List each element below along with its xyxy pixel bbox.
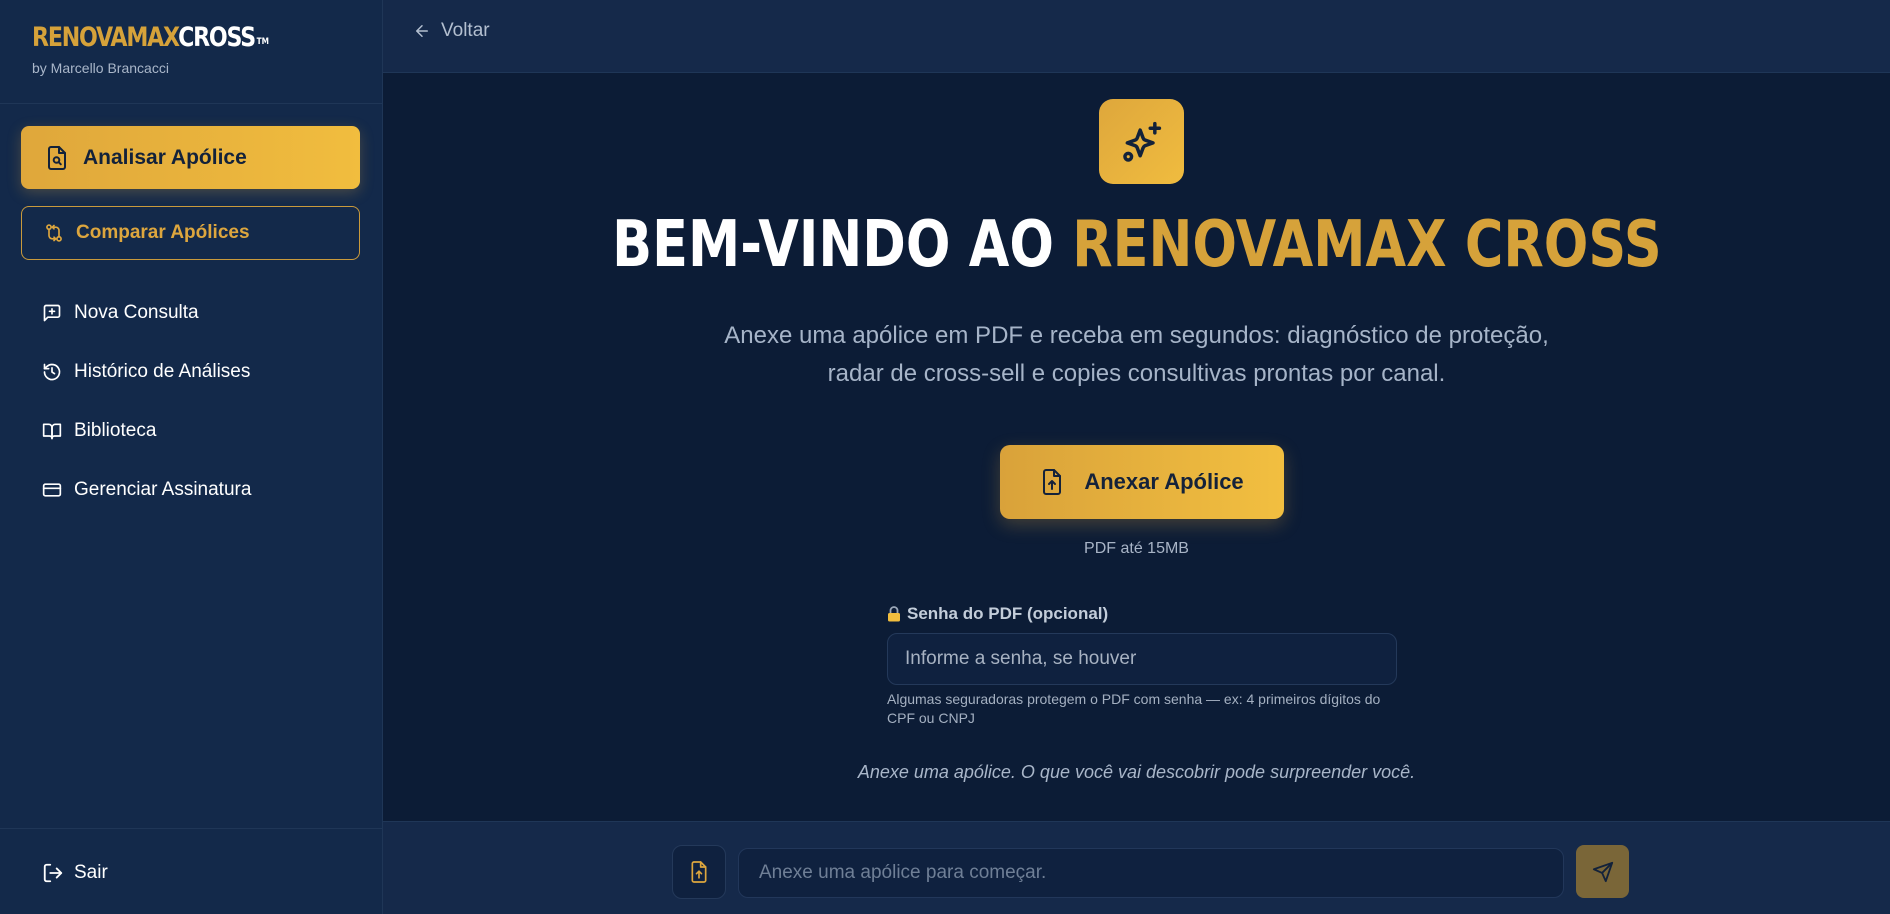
nav-comparar-apolices-label: Comparar Apólices xyxy=(76,222,250,243)
welcome-title-gold: RENOVAMAX CROSS xyxy=(1071,208,1662,282)
nav-item-label: Gerenciar Assinatura xyxy=(74,478,252,500)
composer-send-button[interactable] xyxy=(1576,845,1629,898)
logout-label: Sair xyxy=(74,862,108,883)
topbar: Voltar xyxy=(383,0,1890,73)
sparkles-badge xyxy=(1099,99,1184,184)
nav-item-nova-consulta[interactable]: Nova Consulta xyxy=(42,283,251,342)
welcome-description: Anexe uma apólice em PDF e receba em seg… xyxy=(383,317,1890,393)
nav-list: Nova Consulta Histórico de Análises Bibl… xyxy=(42,283,251,519)
nav-analisar-apolice-label: Analisar Apólice xyxy=(83,145,247,169)
brand-logo-part1: RENOVAMAX xyxy=(32,22,179,53)
pdf-password-input[interactable] xyxy=(887,633,1397,685)
brand-subtitle: by Marcello Brancacci xyxy=(32,60,169,76)
message-plus-icon xyxy=(42,303,64,323)
arrow-left-icon xyxy=(413,22,431,40)
nav-analisar-apolice-button[interactable]: Analisar Apólice xyxy=(21,126,360,189)
document-search-icon xyxy=(45,145,69,171)
file-size-hint: PDF até 15MB xyxy=(1084,540,1189,557)
sidebar: RENOVAMAXCROSS TM by Marcello Brancacci A… xyxy=(0,0,383,914)
logout-button[interactable]: Sair xyxy=(42,862,108,884)
nav-item-historico[interactable]: Histórico de Análises xyxy=(42,342,251,401)
attach-policy-button[interactable]: Anexar Apólice xyxy=(1000,445,1284,519)
main-content: BEM-VINDO AO RENOVAMAX CROSS Anexe uma a… xyxy=(383,73,1890,821)
nav-item-label: Biblioteca xyxy=(74,419,157,441)
nav-item-gerenciar-assinatura[interactable]: Gerenciar Assinatura xyxy=(42,460,251,519)
welcome-title-white: BEM-VINDO AO xyxy=(611,208,1072,282)
sidebar-bottom-divider xyxy=(0,828,382,829)
compare-arrows-icon xyxy=(44,223,64,243)
sidebar-divider xyxy=(0,103,382,104)
pdf-password-label-text: Senha do PDF (opcional) xyxy=(907,604,1109,623)
brand-logo[interactable]: RENOVAMAXCROSS TM xyxy=(32,22,269,54)
send-icon xyxy=(1592,861,1613,882)
composer-attach-button[interactable] xyxy=(672,845,726,899)
nav-comparar-apolices-button[interactable]: Comparar Apólices xyxy=(21,206,360,260)
lock-icon xyxy=(887,606,901,622)
book-open-icon xyxy=(42,421,64,441)
nav-item-label: Histórico de Análises xyxy=(74,360,251,382)
brand: RENOVAMAXCROSS TM by Marcello Brancacci xyxy=(32,22,319,76)
sparkles-icon xyxy=(1122,121,1161,162)
history-icon xyxy=(42,362,64,382)
welcome-description-line2: radar de cross-sell e copies consultivas… xyxy=(827,360,1446,387)
trademark-mark: TM xyxy=(256,37,269,47)
back-button[interactable]: Voltar xyxy=(413,20,490,42)
back-label: Voltar xyxy=(441,20,490,41)
logout-icon xyxy=(42,862,64,884)
credit-card-icon xyxy=(42,480,64,500)
welcome-description-line1: Anexe uma apólice em PDF e receba em seg… xyxy=(724,322,1549,349)
nav-item-label: Nova Consulta xyxy=(74,301,199,323)
attach-policy-label: Anexar Apólice xyxy=(1084,469,1244,494)
brand-logo-part2: CROSS xyxy=(178,22,256,53)
welcome-title: BEM-VINDO AO RENOVAMAX CROSS xyxy=(383,206,1890,284)
composer-bar xyxy=(383,821,1890,914)
file-upload-icon xyxy=(691,861,707,883)
pdf-password-help: Algumas seguradoras protegem o PDF com s… xyxy=(887,691,1381,726)
file-upload-icon xyxy=(1040,468,1064,496)
pdf-password-label: Senha do PDF (opcional) xyxy=(887,604,1108,624)
tagline: Anexe uma apólice. O que você vai descob… xyxy=(857,762,1416,782)
composer-message-input[interactable] xyxy=(738,848,1564,898)
nav-item-biblioteca[interactable]: Biblioteca xyxy=(42,401,251,460)
